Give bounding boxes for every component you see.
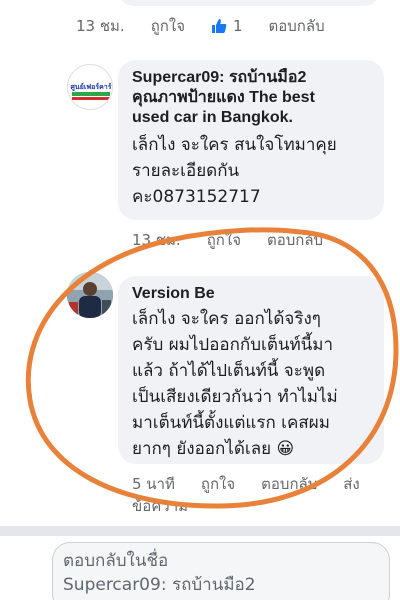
- comment-bubble: Supercar09: รถบ้านมือ2 คุณภาพป้ายแดง The…: [118, 60, 384, 220]
- comment-time: 13 ชม.: [76, 17, 125, 35]
- reply-placeholder-line2: Supercar09: รถบ้านมือ2: [63, 575, 256, 595]
- reply-button[interactable]: ตอบกลับ: [261, 472, 317, 496]
- comment-text: เล็กไง จะใคร สนใจโทมาคุย รายละเอียดกัน ค…: [132, 135, 337, 207]
- previous-comment-meta: 13 ชม. ถูกใจ 1 ตอบกลับ: [76, 14, 325, 38]
- supercar-logo-icon: ศูนย์เฟอร์คาร์: [68, 65, 112, 109]
- send-message-button[interactable]: ส่ง: [343, 472, 359, 496]
- like-button[interactable]: ถูกใจ: [151, 14, 185, 38]
- user-photo-icon: [67, 272, 113, 318]
- comment-time: 13 ชม.: [132, 231, 181, 249]
- like-count-badge[interactable]: 1: [211, 17, 243, 35]
- send-message-continuation: ข้อความ: [132, 497, 189, 515]
- comment-author[interactable]: Version Be: [132, 284, 372, 304]
- section-divider: [0, 526, 400, 536]
- like-count: 1: [232, 17, 243, 35]
- avatar[interactable]: [67, 272, 113, 318]
- avatar-text: ศูนย์เฟอร์คาร์: [70, 82, 111, 92]
- comment-bubble: Version Be เล็กไง จะใคร ออกได้จริงๆ ครับ…: [118, 276, 384, 464]
- reply-placeholder-line1: ตอบกลับในชื่อ: [63, 551, 169, 571]
- comment-author[interactable]: Supercar09: รถบ้านมือ2 คุณภาพป้ายแดง The…: [132, 68, 372, 128]
- comment-text: เล็กไง จะใคร ออกได้จริงๆ ครับ ผมไปออกกับ…: [132, 309, 338, 459]
- comment-meta: 13 ชม. ถูกใจ ตอบกลับ: [132, 228, 323, 252]
- avatar[interactable]: ศูนย์เฟอร์คาร์: [67, 64, 113, 110]
- comment-meta: 5 นาที ถูกใจ ตอบกลับ ส่ง: [132, 472, 360, 496]
- like-button[interactable]: ถูกใจ: [207, 228, 241, 252]
- comment-time: 5 นาที: [132, 475, 175, 493]
- thumbs-up-icon: [211, 19, 227, 33]
- reply-button[interactable]: ตอบกลับ: [269, 14, 325, 38]
- previous-comment-bubble: [118, 0, 380, 6]
- reply-input[interactable]: ตอบกลับในชื่อ Supercar09: รถบ้านมือ2: [52, 542, 390, 600]
- like-button[interactable]: ถูกใจ: [201, 472, 235, 496]
- reply-button[interactable]: ตอบกลับ: [267, 228, 323, 252]
